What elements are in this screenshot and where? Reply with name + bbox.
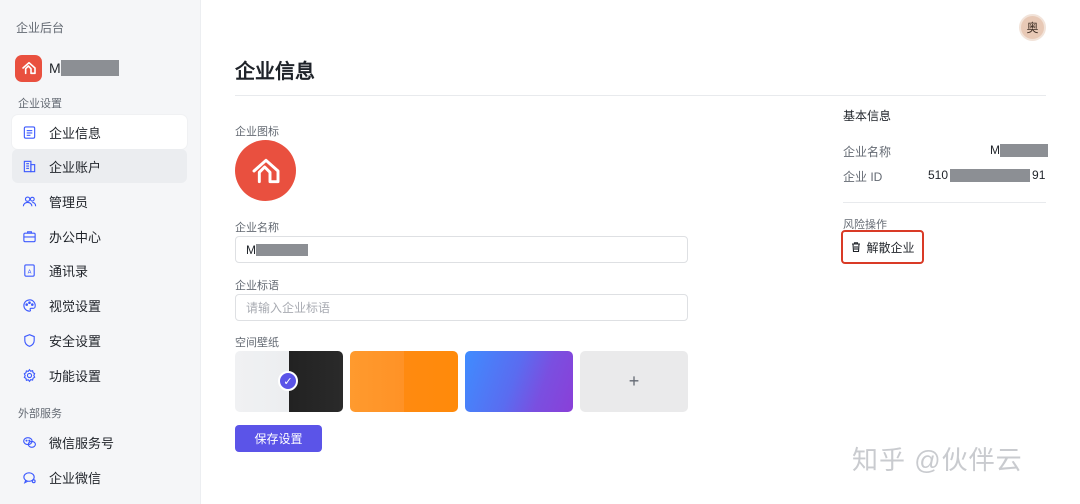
save-settings-button[interactable]: 保存设置: [235, 425, 322, 452]
section-label-settings: 企业设置: [18, 98, 62, 110]
slogan-label: 企业标语: [235, 280, 279, 292]
sidebar-item-wechat-service[interactable]: 微信服务号: [12, 425, 187, 459]
gear-icon: [21, 367, 37, 383]
dissolve-label: 解散企业: [866, 240, 915, 255]
check-icon: ✓: [278, 371, 298, 391]
sidebar-item-label: 办公中心: [49, 229, 102, 245]
briefcase-icon: [21, 228, 37, 244]
org-name: M: [49, 60, 119, 76]
name-label: 企业名称: [235, 222, 279, 234]
shield-icon: [21, 332, 37, 348]
org-switcher[interactable]: M: [15, 54, 119, 82]
sidebar-item-visual-settings[interactable]: 视觉设置: [12, 288, 187, 322]
wecom-icon: [21, 469, 37, 485]
sidebar-item-label: 企业微信: [49, 470, 102, 486]
panel-divider: [843, 202, 1046, 203]
title-divider: [235, 95, 1046, 96]
basic-info-heading: 基本信息: [843, 109, 892, 123]
wallpaper-label: 空间壁纸: [235, 337, 279, 349]
contacts-icon: A: [21, 262, 37, 278]
sidebar-item-feature-settings[interactable]: 功能设置: [12, 358, 187, 392]
redacted-block: [950, 168, 1031, 182]
info-id-key: 企业 ID: [843, 170, 883, 184]
company-logo-upload[interactable]: [235, 140, 296, 201]
sidebar-item-label: 管理员: [49, 194, 89, 210]
org-logo-icon: [15, 54, 42, 82]
info-id-value: 510 91: [928, 168, 1045, 182]
sidebar-item-contacts[interactable]: A 通讯录: [12, 253, 187, 287]
sidebar-item-label: 微信服务号: [49, 435, 115, 451]
watermark-text: 知乎 @伙伴云: [852, 445, 1023, 475]
company-name-field[interactable]: M: [235, 236, 688, 263]
sidebar-item-admins[interactable]: 管理员: [12, 184, 187, 218]
info-name-value: M: [990, 143, 1048, 157]
building-icon: [21, 158, 37, 174]
info-id-suffix: 91: [1032, 168, 1046, 182]
sidebar-item-security-settings[interactable]: 安全设置: [12, 323, 187, 357]
info-name-key: 企业名称: [843, 145, 892, 159]
company-logo-icon: [252, 158, 279, 183]
app-title: 企业后台: [16, 21, 65, 35]
sidebar: 企业后台 M 企业设置 企业信息 企业账户 管理员 办公中心 A 通讯录 视觉设…: [0, 0, 201, 504]
sidebar-item-label: 企业信息: [49, 125, 102, 141]
sidebar-item-label: 企业账户: [49, 159, 102, 175]
wallpaper-option-orange[interactable]: [350, 351, 458, 412]
slogan-field-wrapper: [235, 294, 688, 321]
section-label-external: 外部服务: [18, 408, 62, 420]
trash-icon: [852, 242, 861, 253]
sidebar-item-label: 通讯录: [49, 263, 89, 279]
page-title: 企业信息: [235, 61, 315, 83]
users-icon: [21, 193, 37, 209]
sidebar-item-company-account[interactable]: 企业账户: [12, 149, 187, 183]
company-name-value: M: [246, 242, 256, 257]
svg-text:A: A: [27, 269, 31, 275]
palette-icon: [21, 297, 37, 313]
redacted-block: [1000, 143, 1048, 157]
sidebar-item-office-center[interactable]: 办公中心: [12, 219, 187, 253]
sidebar-item-label: 安全设置: [49, 333, 102, 349]
redacted-block: [60, 60, 119, 76]
document-icon: [21, 124, 37, 140]
slogan-input[interactable]: [246, 300, 687, 315]
sidebar-item-company-info[interactable]: 企业信息: [12, 115, 187, 149]
sidebar-item-wecom[interactable]: 企业微信: [12, 460, 187, 494]
dissolve-company-button[interactable]: 解散企业: [841, 230, 924, 264]
wallpaper-option-light-dark[interactable]: ✓: [235, 351, 343, 412]
sidebar-item-label: 视觉设置: [49, 298, 102, 314]
info-name-text: M: [990, 143, 1000, 157]
wallpaper-option-blue-purple[interactable]: [465, 351, 573, 412]
user-avatar[interactable]: 奥: [1019, 14, 1046, 41]
plus-icon: +: [628, 371, 640, 391]
wechat-icon: [21, 434, 37, 450]
sidebar-item-label: 功能设置: [49, 368, 102, 384]
add-wallpaper-button[interactable]: +: [580, 351, 688, 412]
logo-label: 企业图标: [235, 126, 279, 138]
org-name-text: M: [49, 60, 61, 76]
info-id-prefix: 510: [928, 168, 949, 182]
redacted-block: [256, 243, 308, 256]
